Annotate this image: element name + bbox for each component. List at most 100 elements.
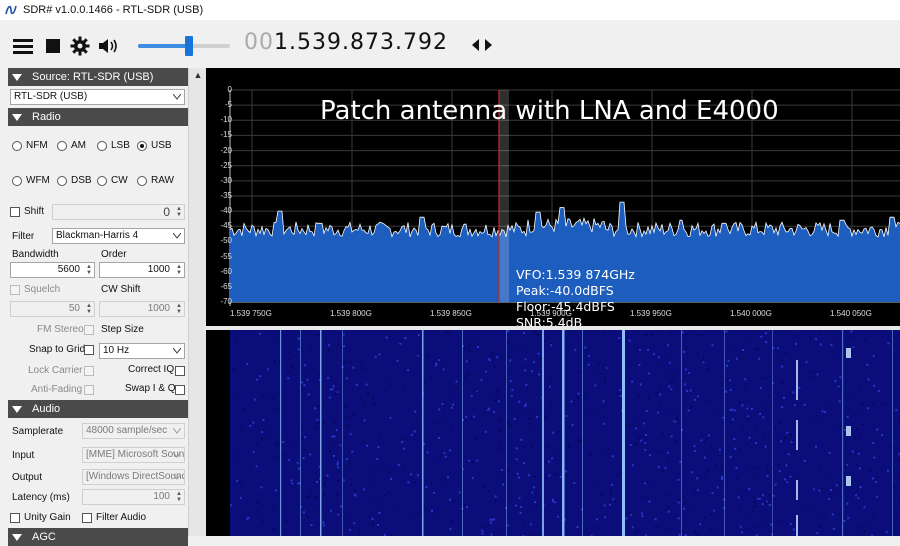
frequency-display[interactable]: 001.539.873.792 — [244, 30, 448, 55]
noise-speckle — [548, 461, 550, 463]
correct-iq-checkbox[interactable] — [175, 366, 185, 376]
mode-radio-usb[interactable] — [137, 141, 147, 151]
spectrum-analyzer[interactable]: 0-5-10-15-20-25-30-35-40-45-50-55-60-65-… — [206, 68, 900, 326]
noise-speckle — [897, 512, 899, 514]
lock-carrier-checkbox[interactable] — [84, 366, 94, 376]
spinner-icon[interactable]: ▲▼ — [86, 264, 92, 276]
noise-speckle — [755, 442, 757, 444]
noise-speckle — [648, 372, 650, 374]
bandwidth-label: Bandwidth — [12, 249, 59, 260]
step-size-select[interactable]: 10 Hz — [99, 343, 185, 359]
noise-speckle — [353, 522, 355, 524]
scroll-up-icon[interactable]: ▲ — [189, 70, 207, 80]
noise-speckle — [456, 381, 458, 383]
gear-icon[interactable] — [69, 36, 91, 56]
source-section-header[interactable]: Source: RTL-SDR (USB) — [8, 68, 188, 86]
noise-speckle — [739, 402, 741, 404]
noise-speckle — [520, 439, 522, 441]
noise-speckle — [861, 525, 863, 527]
noise-speckle — [573, 482, 575, 484]
spinner-icon[interactable]: ▲▼ — [176, 206, 182, 218]
samplerate-select[interactable]: 48000 sample/sec — [82, 423, 185, 439]
waterfall[interactable] — [206, 330, 900, 536]
noise-speckle — [835, 380, 837, 382]
noise-speckle — [416, 417, 418, 419]
noise-speckle — [685, 333, 687, 335]
fm-stereo-checkbox[interactable] — [84, 325, 94, 335]
samplerate-label: Samplerate — [12, 426, 63, 437]
noise-speckle — [769, 504, 771, 506]
mode-radio-am[interactable] — [57, 141, 67, 151]
noise-speckle — [770, 524, 772, 526]
noise-speckle — [411, 434, 413, 436]
agc-section-header[interactable]: AGC — [8, 528, 188, 546]
mode-radio-nfm[interactable] — [12, 141, 22, 151]
source-device-select[interactable]: RTL-SDR (USB) — [10, 89, 185, 105]
spinner-icon[interactable]: ▲▼ — [176, 264, 182, 276]
swap-iq-checkbox[interactable] — [175, 385, 185, 395]
noise-speckle — [819, 526, 821, 528]
panel-scrollbar[interactable]: ▲ — [188, 68, 206, 536]
audio-input-select[interactable]: [MME] Microsoft Soun — [82, 447, 185, 463]
hamburger-icon[interactable] — [12, 36, 34, 56]
noise-speckle — [876, 496, 878, 498]
filter-audio-checkbox[interactable] — [82, 513, 92, 523]
filter-select[interactable]: Blackman-Harris 4 — [52, 228, 185, 244]
spinner-icon[interactable]: ▲▼ — [86, 303, 92, 315]
latency-input[interactable]: 100 ▲▼ — [82, 489, 185, 505]
noise-speckle — [736, 477, 738, 479]
spinner-icon[interactable]: ▲▼ — [176, 303, 182, 315]
frequency-step-arrows-icon[interactable] — [471, 38, 493, 52]
shift-input[interactable]: 0▲▼ — [52, 204, 185, 220]
noise-speckle — [839, 376, 841, 378]
noise-speckle — [530, 523, 532, 525]
audio-output-select[interactable]: [Windows DirectSound — [82, 469, 185, 485]
unity-gain-checkbox[interactable] — [10, 513, 20, 523]
noise-speckle — [390, 478, 392, 480]
radio-section-header[interactable]: Radio — [8, 108, 188, 126]
anti-fading-checkbox[interactable] — [84, 385, 94, 395]
shift-checkbox[interactable] — [10, 207, 20, 217]
signal-streak — [772, 330, 773, 536]
stop-icon[interactable] — [42, 36, 64, 56]
mode-radio-raw[interactable] — [137, 176, 147, 186]
mode-radio-dsb[interactable] — [57, 176, 67, 186]
squelch-input[interactable]: 50▲▼ — [10, 301, 95, 317]
noise-speckle — [266, 436, 268, 438]
mode-radio-lsb[interactable] — [97, 141, 107, 151]
latency-value: 100 — [153, 491, 170, 502]
mode-radio-wfm[interactable] — [12, 176, 22, 186]
noise-speckle — [310, 349, 312, 351]
audio-section-header[interactable]: Audio — [8, 400, 188, 418]
noise-speckle — [469, 344, 471, 346]
noise-speckle — [658, 356, 660, 358]
noise-speckle — [810, 418, 812, 420]
noise-speckle — [644, 482, 646, 484]
noise-speckle — [887, 342, 889, 344]
noise-speckle — [694, 445, 696, 447]
noise-speckle — [643, 422, 645, 424]
noise-speckle — [751, 466, 753, 468]
cw-shift-input[interactable]: 1000▲▼ — [99, 301, 185, 317]
noise-speckle — [795, 343, 797, 345]
squelch-checkbox[interactable] — [10, 285, 20, 295]
noise-speckle — [599, 486, 601, 488]
noise-speckle — [668, 460, 670, 462]
noise-speckle — [749, 338, 751, 340]
noise-speckle — [256, 444, 258, 446]
bandwidth-input[interactable]: 5600▲▼ — [10, 262, 95, 278]
noise-speckle — [693, 490, 695, 492]
volume-slider-thumb[interactable] — [185, 36, 193, 56]
vfo-readout: VFO:1.539 874GHz — [516, 267, 635, 282]
snap-to-grid-checkbox[interactable] — [84, 345, 94, 355]
noise-speckle — [317, 422, 319, 424]
spinner-icon[interactable]: ▲▼ — [176, 491, 182, 503]
noise-speckle — [552, 499, 554, 501]
speaker-icon[interactable] — [98, 36, 120, 56]
noise-speckle — [389, 381, 391, 383]
order-input[interactable]: 1000▲▼ — [99, 262, 185, 278]
mode-radio-cw[interactable] — [97, 176, 107, 186]
noise-speckle — [671, 344, 673, 346]
noise-speckle — [632, 526, 634, 528]
noise-speckle — [600, 494, 602, 496]
